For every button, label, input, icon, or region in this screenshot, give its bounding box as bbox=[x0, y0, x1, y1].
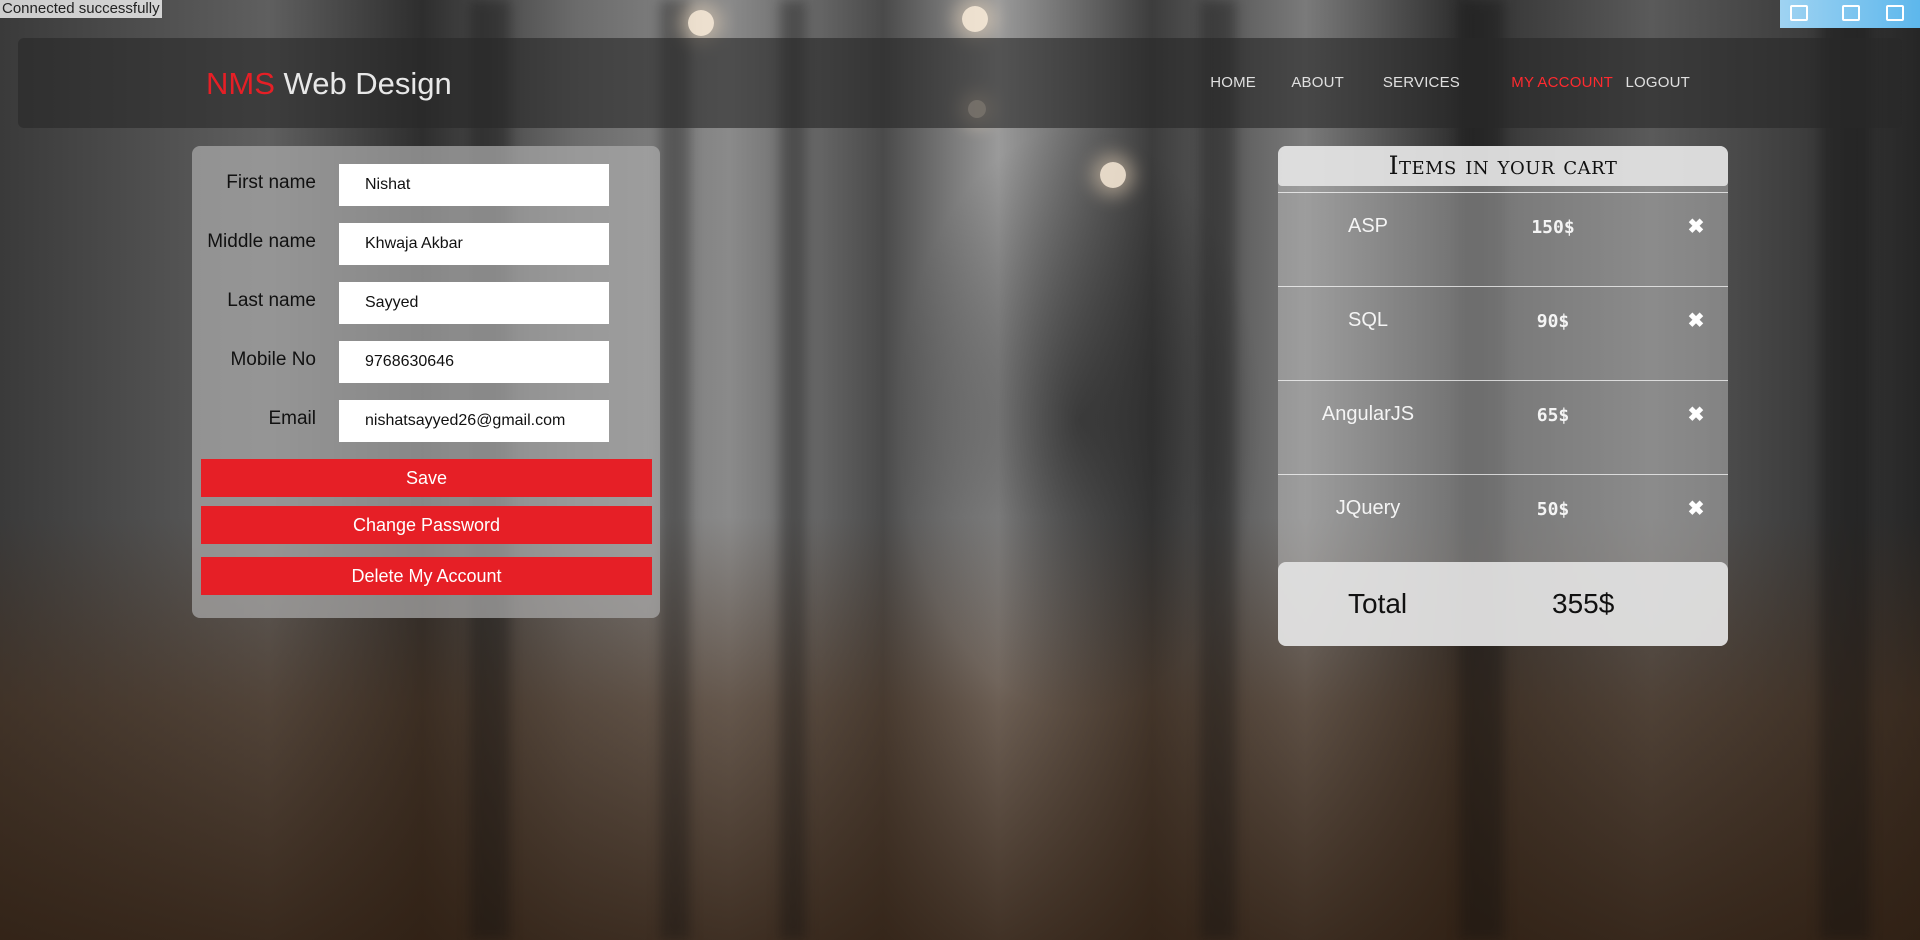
cart-item-price: 150$ bbox=[1531, 217, 1575, 238]
cart-item: ASP 150$ ✖ bbox=[1278, 192, 1728, 286]
cart-item-price: 50$ bbox=[1536, 499, 1570, 520]
system-tray bbox=[1780, 0, 1920, 28]
cart-item: SQL 90$ ✖ bbox=[1278, 286, 1728, 380]
brand-accent: NMS bbox=[206, 66, 275, 101]
cart-item-name: ASP bbox=[1347, 215, 1389, 237]
background-light bbox=[688, 10, 714, 36]
middle-name-input[interactable] bbox=[339, 223, 609, 265]
nav-services[interactable]: SERVICES bbox=[1383, 74, 1460, 91]
email-input[interactable] bbox=[339, 400, 609, 442]
background-light bbox=[1100, 162, 1126, 188]
cart-item-name: AngularJS bbox=[1321, 403, 1415, 425]
first-name-label: First name bbox=[226, 172, 316, 193]
background-pillar bbox=[660, 0, 690, 940]
nav-home[interactable]: HOME bbox=[1210, 74, 1256, 91]
nav-my-account[interactable]: MY ACCOUNT bbox=[1511, 74, 1613, 91]
cart-item: JQuery 50$ ✖ bbox=[1278, 474, 1728, 568]
account-form: First name Middle name Last name Mobile … bbox=[192, 146, 660, 618]
mobile-row: Mobile No bbox=[192, 341, 660, 383]
cart-title: Items in your cart bbox=[1278, 146, 1728, 186]
email-row: Email bbox=[192, 400, 660, 442]
background-pillar bbox=[780, 0, 806, 940]
save-button[interactable]: Save bbox=[201, 459, 652, 497]
cart-item-name: JQuery bbox=[1335, 497, 1401, 519]
email-label: Email bbox=[268, 408, 316, 429]
first-name-input[interactable] bbox=[339, 164, 609, 206]
cart-panel: Items in your cart ASP 150$ ✖ SQL 90$ ✖ … bbox=[1278, 146, 1728, 646]
brand-name: Web Design bbox=[274, 66, 452, 101]
tray-window-icon[interactable] bbox=[1842, 5, 1860, 21]
total-label: Total bbox=[1348, 588, 1408, 619]
last-name-input[interactable] bbox=[339, 282, 609, 324]
close-icon[interactable]: ✖ bbox=[1684, 309, 1708, 333]
first-name-row: First name bbox=[192, 164, 660, 206]
cart-item-price: 90$ bbox=[1536, 311, 1570, 332]
change-password-button[interactable]: Change Password bbox=[201, 506, 652, 544]
cart-item: AngularJS 65$ ✖ bbox=[1278, 380, 1728, 474]
tray-cast-icon[interactable] bbox=[1790, 5, 1808, 21]
last-name-label: Last name bbox=[227, 290, 316, 311]
close-icon[interactable]: ✖ bbox=[1684, 215, 1708, 239]
top-navbar: NMS Web Design HOME ABOUT SERVICES MY AC… bbox=[18, 38, 1902, 128]
cart-item-price: 65$ bbox=[1536, 405, 1570, 426]
close-icon[interactable]: ✖ bbox=[1684, 403, 1708, 427]
cart-total: Total 355$ bbox=[1278, 562, 1728, 646]
tray-video-icon[interactable] bbox=[1886, 5, 1904, 21]
middle-name-label: Middle name bbox=[207, 231, 316, 252]
total-value: 355$ bbox=[1552, 588, 1615, 619]
nav-logout[interactable]: LOGOUT bbox=[1625, 74, 1690, 91]
mobile-input[interactable] bbox=[339, 341, 609, 383]
nav-about[interactable]: ABOUT bbox=[1291, 74, 1344, 91]
delete-account-button[interactable]: Delete My Account bbox=[201, 557, 652, 595]
cart-item-name: SQL bbox=[1347, 309, 1389, 331]
background-light bbox=[962, 6, 988, 32]
connection-status: Connected successfully bbox=[0, 0, 162, 18]
background-pillar bbox=[1200, 0, 1236, 940]
mobile-label: Mobile No bbox=[230, 349, 316, 370]
site-logo[interactable]: NMS Web Design bbox=[206, 66, 452, 102]
background-pillar bbox=[1820, 0, 1870, 940]
last-name-row: Last name bbox=[192, 282, 660, 324]
middle-name-row: Middle name bbox=[192, 223, 660, 265]
close-icon[interactable]: ✖ bbox=[1684, 497, 1708, 521]
